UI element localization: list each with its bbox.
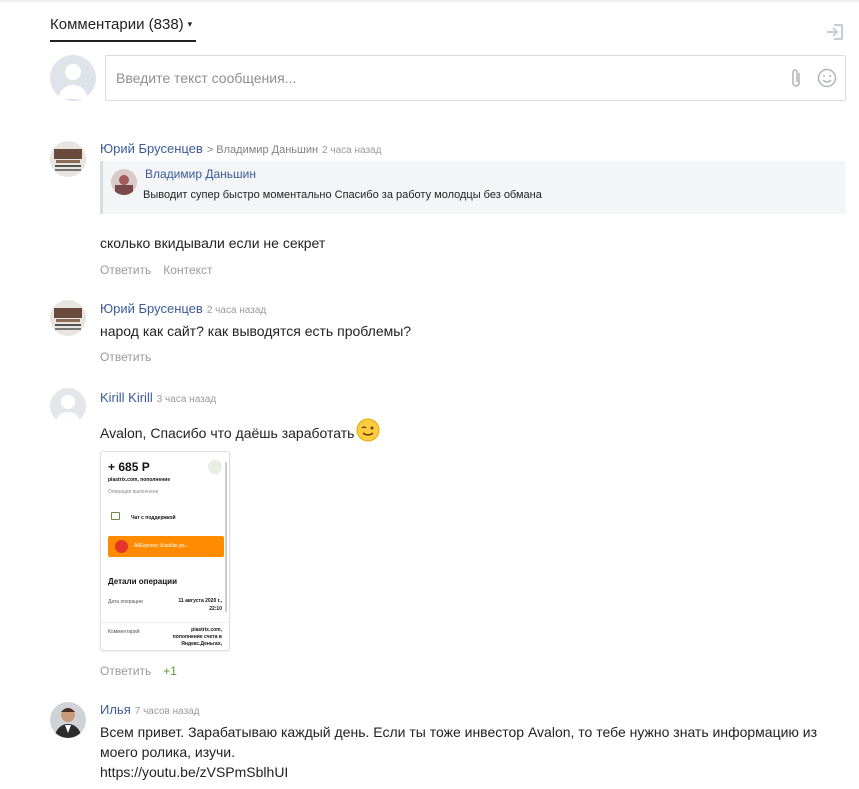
comment-item: Юрий Брусенцев > Владимир Даньшин 2 часа н… [50, 141, 850, 281]
reply-to-label[interactable]: > Владимир Даньшин [207, 144, 318, 156]
rating-badge[interactable]: +1 [163, 664, 177, 678]
avatar[interactable] [50, 300, 86, 336]
avatar[interactable] [50, 702, 86, 738]
attachment-image[interactable]: + 685 Р piastrix.com, пополнение Операци… [100, 451, 230, 651]
reply-button[interactable]: Ответить [100, 350, 151, 364]
comment-text: сколько вкидывали если не секрет [100, 235, 326, 251]
comment-author[interactable]: Илья [100, 702, 131, 717]
attachment-subtitle: piastrix.com, пополнение [108, 477, 171, 483]
comment-text-line: моего ролика, изучи. [100, 744, 236, 760]
quoted-text: Выводит супер быстро моментально Спасибо… [143, 189, 542, 201]
comment-time[interactable]: 2 часа назад [322, 145, 381, 156]
attachment-promo-text: AliExpress: Кэшбэк до... [134, 543, 189, 549]
divider [101, 622, 229, 623]
attachment-chat: Чат с поддержкой [131, 515, 176, 521]
comment-author[interactable]: Юрий Брусенцев [100, 301, 203, 316]
comment-item: Илья 7 часов назад Всем привет. Зарабатыв… [50, 702, 850, 789]
wallet-icon [208, 460, 222, 474]
comment-text-line: Всем привет. Зарабатываю каждый день. Ес… [100, 724, 818, 740]
comment-item: Kirill Kirill 3 часа назад Avalon, Спасиб… [50, 388, 850, 683]
login-icon[interactable] [825, 22, 845, 42]
context-button[interactable]: Контекст [163, 263, 212, 277]
comment-author[interactable]: Kirill Kirill [100, 390, 153, 405]
attachment-date-line: 11 августа 2020 г., [178, 598, 222, 604]
comment-item: Юрий Брусенцев 2 часа назад народ как сай… [50, 300, 850, 370]
aliexpress-icon [115, 540, 128, 553]
attachment-comment-label: Комментарий [108, 629, 140, 635]
comment-time[interactable]: 3 часа назад [157, 394, 216, 405]
chevron-down-icon[interactable]: ▾ [188, 19, 193, 29]
comment-text: Avalon, Спасибо что даёшь заработать [100, 425, 355, 441]
comment-composer[interactable] [105, 55, 846, 101]
quoted-author[interactable]: Владимир Даньшин [145, 167, 256, 181]
comment-link[interactable]: https://youtu.be/zVSPmSblhUI [100, 762, 817, 782]
wink-emoji-icon [356, 418, 380, 442]
avatar[interactable] [50, 388, 86, 424]
quoted-avatar [111, 169, 137, 195]
comment-time[interactable]: 7 часов назад [135, 706, 200, 717]
attachment-promo: AliExpress: Кэшбэк до... [108, 536, 224, 557]
emoji-icon[interactable] [817, 68, 837, 88]
attachment-amount: + 685 Р [108, 460, 150, 474]
avatar[interactable] [50, 141, 86, 177]
attachment-time-line: 22:10 [209, 606, 222, 612]
user-placeholder-icon [58, 64, 88, 99]
quoted-comment[interactable]: Владимир Даньшин Выводит супер быстро мо… [100, 161, 846, 214]
scrollbar [225, 462, 227, 612]
comment-time[interactable]: 2 часа назад [207, 305, 266, 316]
attachment-date-value: 11 августа 2020 г., 22:10 [178, 597, 222, 613]
attachment-status: Операция выполнена [108, 489, 159, 495]
comment-author[interactable]: Юрий Брусенцев [100, 141, 203, 156]
comment-text: Всем привет. Зарабатываю каждый день. Ес… [100, 722, 817, 782]
comment-text-row: Avalon, Спасибо что даёшь заработать [100, 418, 380, 443]
chat-icon [111, 512, 120, 520]
comments-header[interactable]: Комментарии (838) ▾ [50, 14, 196, 42]
reply-button[interactable]: Ответить [100, 664, 151, 678]
message-input[interactable] [116, 56, 776, 100]
comments-count-title[interactable]: Комментарии (838) [50, 16, 184, 33]
attach-icon[interactable] [788, 67, 804, 89]
attachment-date-label: Дата операции [108, 599, 143, 605]
top-divider [0, 0, 859, 2]
reply-button[interactable]: Ответить [100, 263, 151, 277]
attachment-comment-value: piastrix.com, пополнение счета в Яндекс.… [172, 627, 222, 647]
attachment-details-title: Детали операции [108, 577, 177, 586]
current-user-avatar [50, 55, 96, 101]
comment-text: народ как сайт? как выводятся есть пробл… [100, 323, 412, 339]
